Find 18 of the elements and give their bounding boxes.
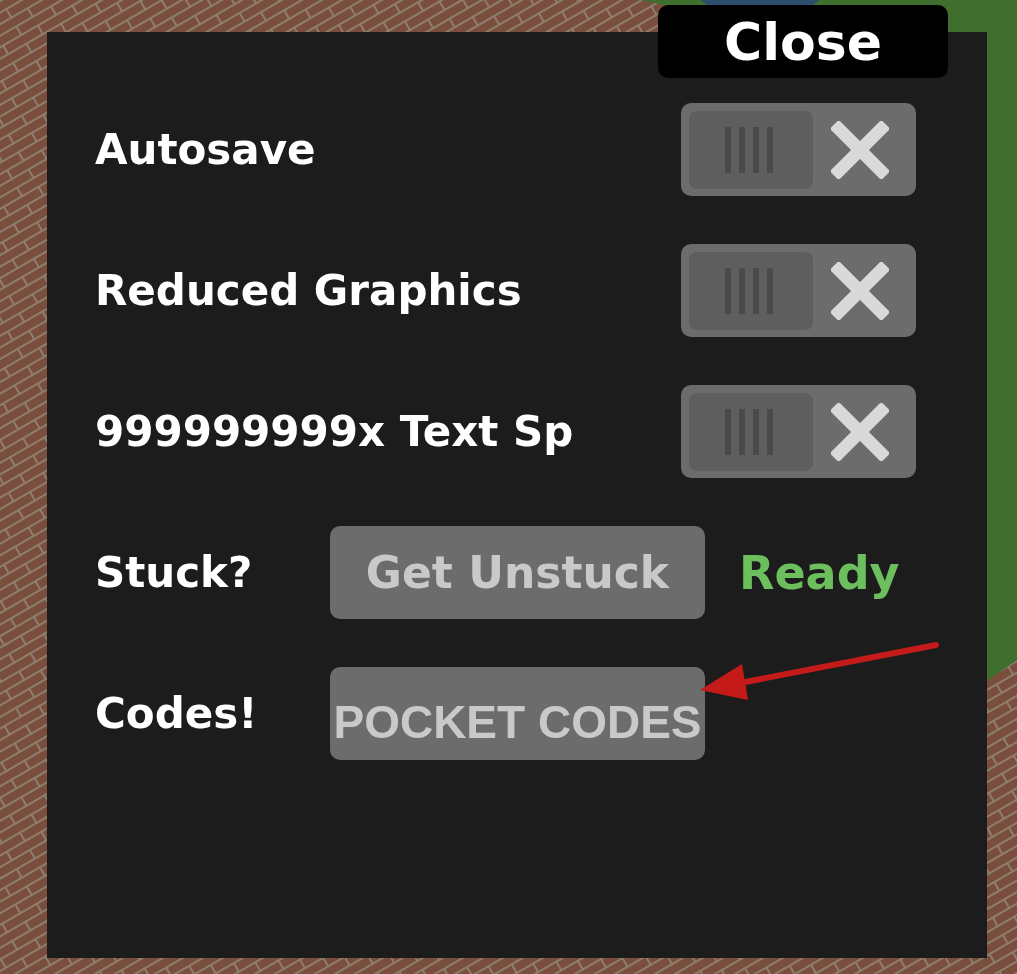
toggle-switch[interactable] xyxy=(681,244,916,337)
close-icon xyxy=(831,402,889,461)
close-icon xyxy=(831,261,889,320)
grip-icon xyxy=(689,392,813,471)
setting-label: Autosave xyxy=(95,125,317,174)
action-button[interactable]: POCKET CODES xyxy=(330,667,705,760)
setting-label: Reduced Graphics xyxy=(95,266,522,315)
grip-icon xyxy=(689,251,813,330)
status-text: Ready xyxy=(739,545,900,600)
toggle-switch[interactable] xyxy=(681,385,916,478)
close-button[interactable]: Close xyxy=(658,5,948,78)
action-button[interactable]: Get Unstuck xyxy=(330,526,705,619)
close-icon xyxy=(831,120,889,179)
setting-label: Codes! xyxy=(95,689,259,738)
grip-icon xyxy=(689,110,813,189)
setting-label: 999999999x Text Sp xyxy=(95,407,574,456)
toggle-switch[interactable] xyxy=(681,103,916,196)
setting-label: Stuck? xyxy=(95,548,254,597)
